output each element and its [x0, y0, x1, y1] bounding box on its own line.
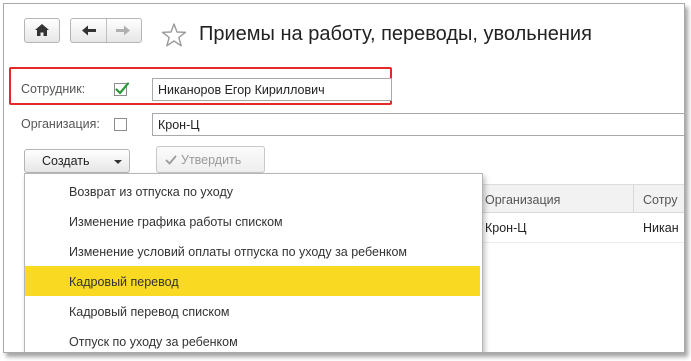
- home-icon: [35, 24, 49, 36]
- organization-checkbox[interactable]: [114, 118, 127, 131]
- navigation-buttons: [70, 18, 142, 43]
- menu-item-leave-payment-change[interactable]: Изменение условий оплаты отпуска по уход…: [25, 236, 480, 266]
- create-button-label: Создать: [42, 154, 90, 168]
- application-window: Приемы на работу, переводы, увольнения С…: [3, 3, 685, 353]
- forward-button[interactable]: [107, 19, 141, 42]
- star-icon: [161, 23, 187, 47]
- organization-field[interactable]: Крон-Ц: [152, 113, 684, 136]
- page-title: Приемы на работу, переводы, увольнения: [199, 23, 592, 45]
- table-cell[interactable]: Крон-Ц: [476, 213, 634, 243]
- documents-table: Организация Сотру Крон-Ц Никан: [476, 184, 684, 246]
- back-button[interactable]: [71, 19, 106, 42]
- approve-button-label: Утвердить: [181, 153, 242, 167]
- menu-item-schedule-change-list[interactable]: Изменение графика работы списком: [25, 206, 480, 236]
- favorite-button[interactable]: [160, 21, 188, 49]
- create-menu: Возврат из отпуска по уходу Изменение гр…: [24, 173, 483, 352]
- arrow-right-icon: [116, 25, 130, 36]
- menu-item-vacation-return[interactable]: Возврат из отпуска по уходу: [25, 176, 480, 206]
- checkmark-icon: [165, 155, 177, 165]
- arrow-left-icon: [82, 25, 96, 36]
- approve-button[interactable]: Утвердить: [156, 146, 265, 173]
- menu-item-personnel-transfer-list[interactable]: Кадровый перевод списком: [25, 296, 480, 326]
- column-header-organization[interactable]: Организация: [476, 184, 634, 213]
- table-cell[interactable]: Никан: [634, 213, 684, 243]
- chevron-down-icon: [114, 160, 122, 164]
- menu-item-personnel-transfer[interactable]: Кадровый перевод: [25, 266, 480, 296]
- employee-label: Сотрудник:: [21, 82, 86, 96]
- employee-field[interactable]: Никаноров Егор Кириллович: [152, 78, 392, 101]
- home-button[interactable]: [24, 18, 60, 43]
- checkmark-icon: [115, 82, 130, 95]
- column-header-employee[interactable]: Сотру: [634, 184, 684, 213]
- employee-checkbox[interactable]: [114, 82, 130, 96]
- organization-label: Организация:: [21, 117, 100, 131]
- menu-item-parental-leave[interactable]: Отпуск по уходу за ребенком: [25, 326, 480, 352]
- create-button[interactable]: Создать: [24, 149, 130, 173]
